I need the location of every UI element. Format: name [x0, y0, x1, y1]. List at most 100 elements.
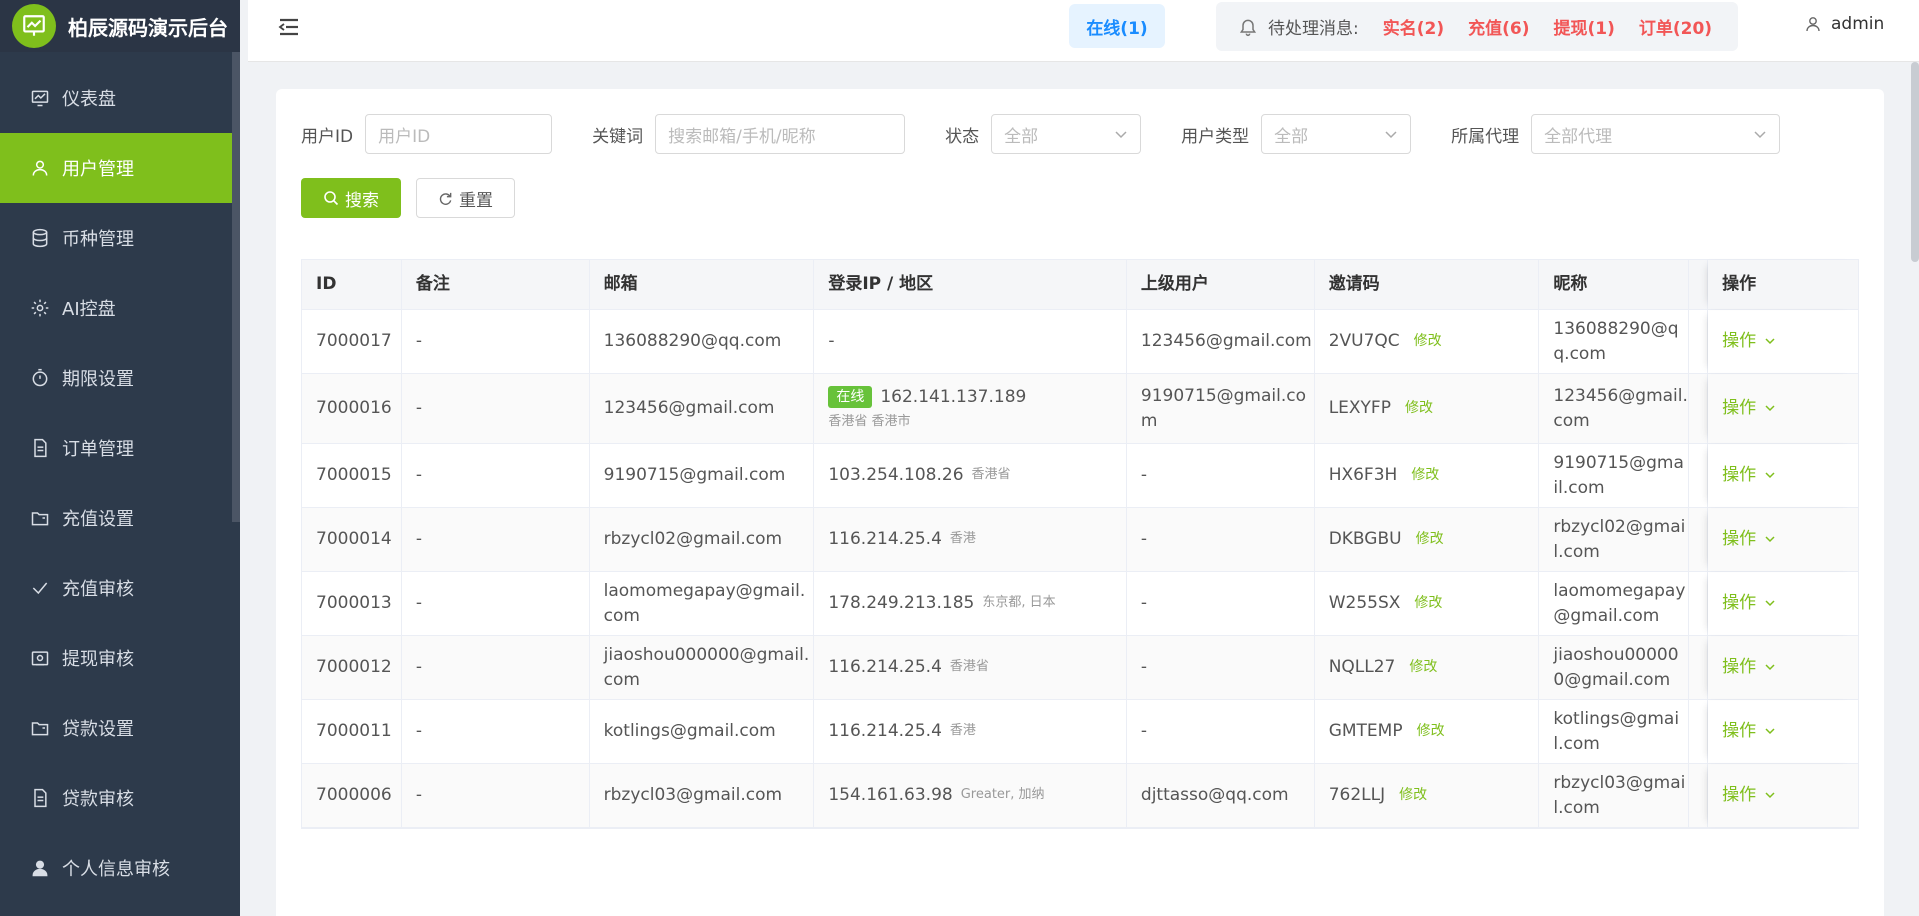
- pending-recharge-link[interactable]: 充值(6): [1468, 14, 1529, 39]
- sidebar-item-6[interactable]: 充值设置: [0, 483, 240, 553]
- invite-code: GMTEMP: [1328, 721, 1403, 742]
- operation-label: 操作: [1722, 721, 1757, 742]
- operation-dropdown[interactable]: 操作: [1722, 719, 1776, 744]
- keyword-input[interactable]: 搜索邮箱/手机/昵称: [655, 114, 906, 154]
- column-header: 邀请码: [1315, 260, 1540, 309]
- menu-toggle-icon[interactable]: [278, 16, 300, 38]
- reset-button[interactable]: 重置: [416, 178, 515, 218]
- brand-logo-icon: [12, 4, 56, 48]
- sidebar-item-10[interactable]: 贷款审核: [0, 763, 240, 833]
- operation-dropdown[interactable]: 操作: [1722, 396, 1776, 421]
- operation-dropdown[interactable]: 操作: [1722, 783, 1776, 808]
- edit-invite-code-link[interactable]: 修改: [1399, 785, 1427, 805]
- operation-dropdown[interactable]: 操作: [1722, 329, 1776, 354]
- sidebar-item-0[interactable]: 仪表盘: [0, 63, 240, 133]
- sidebar-item-9[interactable]: 贷款设置: [0, 693, 240, 763]
- invite-code: LEXYFP: [1328, 398, 1391, 419]
- edit-invite-code-link[interactable]: 修改: [1414, 593, 1442, 613]
- chevron-down-icon: [1765, 472, 1775, 479]
- folder-icon: [30, 508, 50, 528]
- folder-icon: [30, 718, 50, 738]
- operation-dropdown[interactable]: 操作: [1722, 591, 1776, 616]
- operation-cell: 操作: [1708, 444, 1858, 507]
- email-cell: 136088290@qq.com: [590, 310, 815, 373]
- brand-title: 柏辰源码演示后台: [68, 15, 228, 40]
- user-type-select[interactable]: 全部: [1261, 114, 1412, 154]
- user-id-cell: 7000011: [302, 700, 402, 763]
- email-cell: rbzycl03@gmail.com: [590, 764, 815, 827]
- user-menu[interactable]: admin: [1805, 14, 1884, 34]
- sidebar-item-8[interactable]: 提现审核: [0, 623, 240, 693]
- table-row: 7000014- rbzycl02@gmail.com 116.214.25.4 香港…: [302, 508, 1858, 572]
- sidebar-item-3[interactable]: AI控盘: [0, 273, 240, 343]
- agent-select[interactable]: 全部代理: [1531, 114, 1781, 154]
- spacer-cell: [1689, 572, 1709, 635]
- remark-cell: -: [402, 700, 590, 763]
- operation-dropdown[interactable]: 操作: [1722, 527, 1776, 552]
- chevron-down-icon: [1765, 536, 1775, 543]
- brand[interactable]: 柏辰源码演示后台: [0, 0, 240, 52]
- spacer-cell: [1689, 764, 1709, 827]
- sidebar-item-11[interactable]: 个人信息审核: [0, 833, 240, 903]
- spacer-cell: [1689, 444, 1709, 507]
- ip-cell: 154.161.63.98 Greater, 加纳: [814, 764, 1127, 827]
- sidebar-scrollbar[interactable]: [232, 52, 240, 522]
- ip-address: 103.254.108.26: [828, 465, 964, 486]
- user-id-input[interactable]: 用户ID: [365, 114, 553, 154]
- sidebar-item-7[interactable]: 充值审核: [0, 553, 240, 623]
- nickname-cell: 123456@gmail.com: [1539, 374, 1690, 443]
- ip-cell: 116.214.25.4 香港省: [814, 636, 1127, 699]
- operation-label: 操作: [1722, 529, 1757, 550]
- column-header: 上级用户: [1127, 260, 1315, 309]
- page-scrollbar[interactable]: [1911, 62, 1919, 262]
- user-type-label: 用户类型: [1181, 126, 1250, 147]
- ip-cell: 116.214.25.4 香港: [814, 700, 1127, 763]
- user-id-cell: 7000017: [302, 310, 402, 373]
- status-select-value: 全部: [1004, 126, 1039, 147]
- column-header: [1689, 260, 1709, 309]
- table-row: 7000017-136088290@qq.com -123456@gmail.co…: [302, 310, 1858, 374]
- invite-code-cell: HX6F3H 修改: [1315, 444, 1540, 507]
- pending-realname-link[interactable]: 实名(2): [1383, 14, 1444, 39]
- ip-address: -: [828, 331, 835, 352]
- sidebar-item-2[interactable]: 币种管理: [0, 203, 240, 273]
- sidebar-item-label: AI控盘: [62, 299, 116, 320]
- edit-invite-code-link[interactable]: 修改: [1416, 529, 1444, 549]
- table-row: 7000016-123456@gmail.com 在线 162.141.137.18…: [302, 374, 1858, 444]
- content-card: 用户ID 用户ID 关键词 搜索邮箱/手机/昵称 状态 全部 用户类型 全部 所…: [276, 89, 1884, 916]
- parent-user-cell: -: [1127, 700, 1315, 763]
- sidebar-item-1[interactable]: 用户管理: [0, 133, 240, 203]
- pending-label: 待处理消息:: [1268, 19, 1359, 39]
- edit-invite-code-link[interactable]: 修改: [1405, 398, 1433, 418]
- status-label: 状态: [945, 126, 980, 147]
- username: admin: [1831, 14, 1885, 34]
- column-header: ID: [302, 260, 402, 309]
- spacer-cell: [1689, 374, 1709, 443]
- sidebar-item-5[interactable]: 订单管理: [0, 413, 240, 483]
- edit-invite-code-link[interactable]: 修改: [1411, 465, 1439, 485]
- status-select[interactable]: 全部: [991, 114, 1142, 154]
- edit-invite-code-link[interactable]: 修改: [1417, 721, 1445, 741]
- invite-code: DKBGBU: [1328, 529, 1402, 550]
- email-cell: 123456@gmail.com: [590, 374, 815, 443]
- operation-dropdown[interactable]: 操作: [1722, 463, 1776, 488]
- edit-invite-code-link[interactable]: 修改: [1409, 657, 1437, 677]
- online-count-button[interactable]: 在线(1): [1069, 4, 1165, 48]
- refresh-icon: [439, 192, 452, 205]
- operation-dropdown[interactable]: 操作: [1722, 655, 1776, 680]
- pending-order-link[interactable]: 订单(20): [1639, 14, 1712, 39]
- search-button[interactable]: 搜索: [301, 178, 401, 218]
- sidebar-item-4[interactable]: 期限设置: [0, 343, 240, 413]
- email-cell: jiaoshou000000@gmail.com: [590, 636, 815, 699]
- edit-invite-code-link[interactable]: 修改: [1414, 331, 1442, 351]
- chevron-down-icon: [1765, 728, 1775, 735]
- remark-cell: -: [402, 764, 590, 827]
- pending-withdraw-link[interactable]: 提现(1): [1553, 14, 1614, 39]
- gear-icon: [30, 298, 50, 318]
- nickname-cell: rbzycl02@gmail.com: [1539, 508, 1690, 571]
- ip-address: 178.249.213.185: [828, 593, 975, 614]
- ip-cell: 116.214.25.4 香港: [814, 508, 1127, 571]
- spacer-cell: [1689, 310, 1709, 373]
- agent-label: 所属代理: [1451, 126, 1520, 147]
- operation-label: 操作: [1722, 398, 1757, 419]
